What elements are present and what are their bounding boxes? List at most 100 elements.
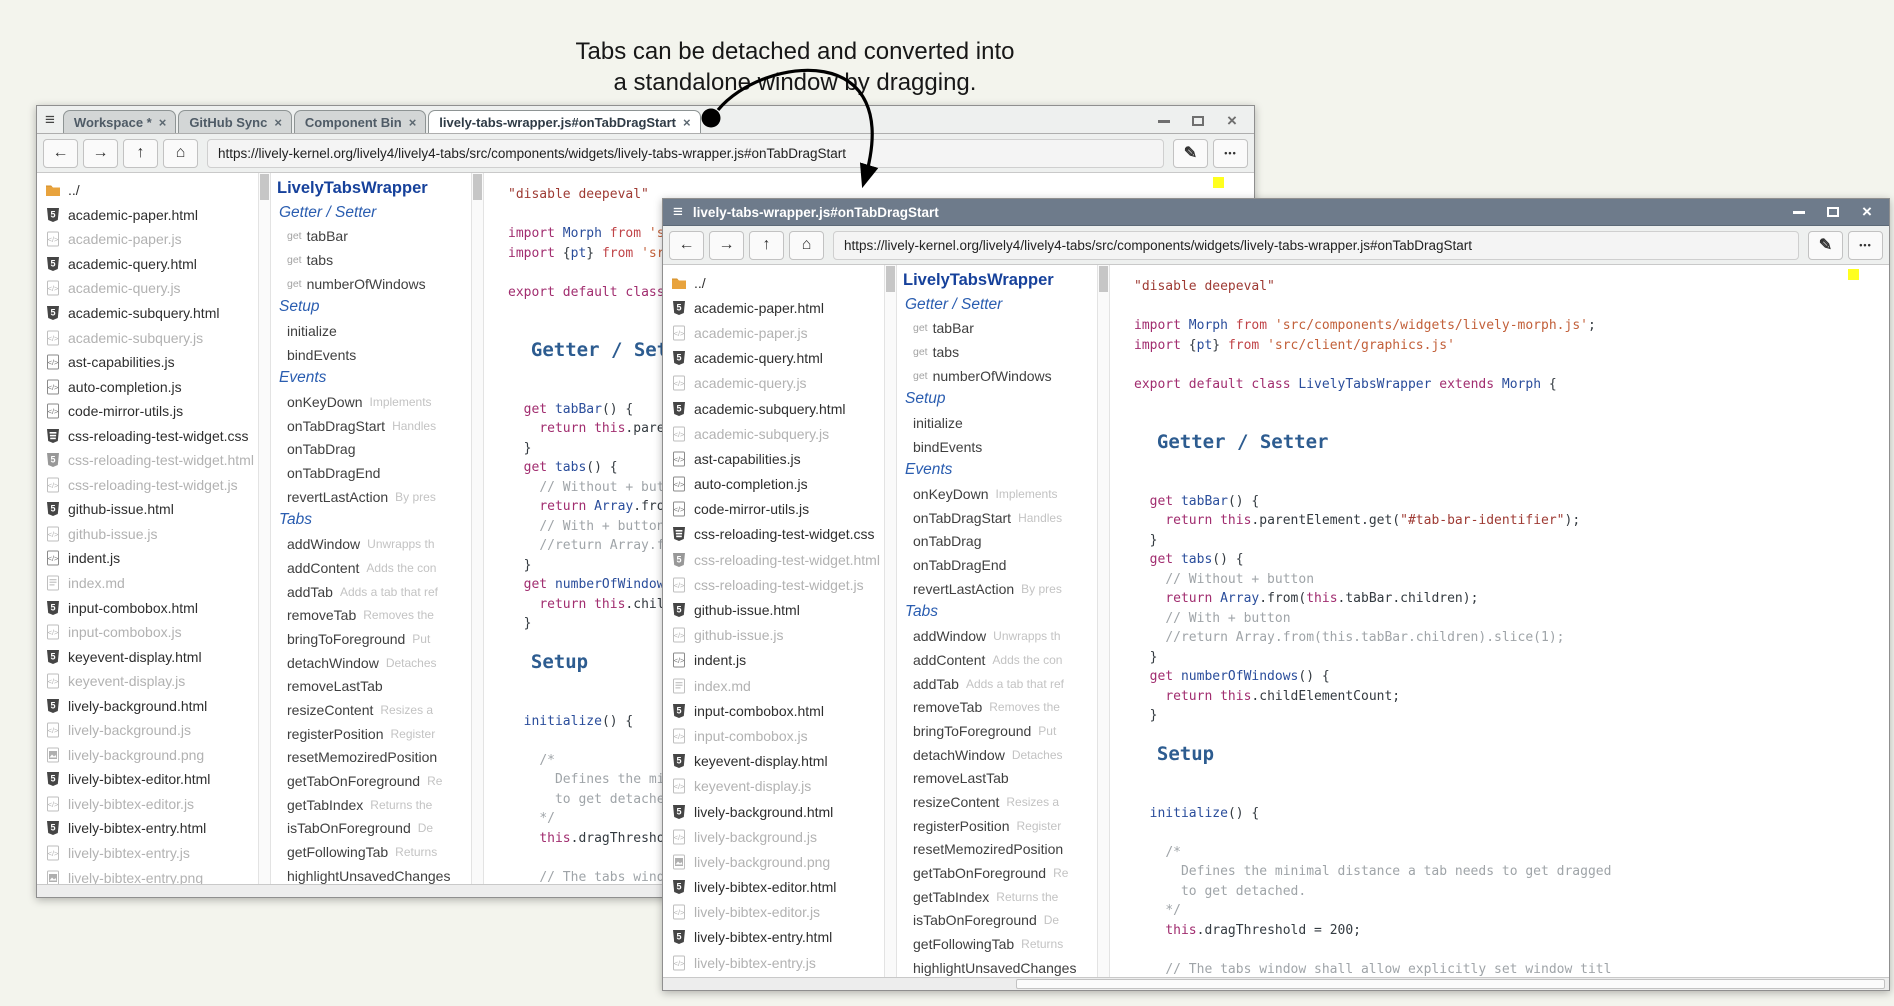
file-item[interactable]: academic-query.js (671, 371, 884, 396)
file-item[interactable]: input-combobox.js (671, 723, 884, 748)
home-button[interactable]: ⌂ (789, 231, 824, 260)
outline-method[interactable]: onTabDragEnd (903, 553, 1097, 577)
outline-method[interactable]: getTabOnForegroundRe (903, 861, 1097, 885)
outline-method[interactable]: addTabAdds a tab that ref (903, 672, 1097, 696)
file-item[interactable]: input-combobox.js (45, 620, 258, 645)
back-button[interactable]: ← (43, 139, 78, 168)
outline-method[interactable]: onKeyDownImplements (903, 482, 1097, 506)
file-item[interactable]: github-issue.html (671, 597, 884, 622)
file-item[interactable]: css-reloading-test-widget.html (671, 547, 884, 572)
file-item[interactable]: lively-bibtex-entry.js (671, 950, 884, 975)
file-item[interactable]: academic-subquery.html (45, 301, 258, 326)
outline-method[interactable]: detachWindowDetaches (903, 743, 1097, 767)
tab-close-icon[interactable]: × (274, 115, 282, 130)
file-item[interactable]: lively-background.png (671, 849, 884, 874)
file-item[interactable]: indent.js (671, 648, 884, 673)
file-item[interactable]: lively-bibtex-entry.html (45, 816, 258, 841)
maximize-button[interactable] (1825, 205, 1841, 219)
file-item[interactable]: input-combobox.html (671, 698, 884, 723)
outline-method[interactable]: bringToForegroundPut (277, 627, 471, 651)
outline-method[interactable]: removeLastTab (277, 674, 471, 698)
outline-scrollbar[interactable] (471, 173, 484, 884)
outline-method[interactable]: onTabDrag (903, 530, 1097, 554)
outline-method[interactable]: addWindowUnwrapps th (903, 624, 1097, 648)
outline-method[interactable]: addTabAdds a tab that ref (277, 580, 471, 604)
file-item[interactable]: lively-background.js (45, 718, 258, 743)
outline-method[interactable]: getTabOnForegroundRe (277, 769, 471, 793)
outline-method[interactable]: removeTabRemoves the (277, 603, 471, 627)
code-editor[interactable]: "disable deepeval" import Morph from 'sr… (1110, 265, 1889, 977)
more-options-icon[interactable]: ••• (1213, 139, 1248, 168)
file-item[interactable]: auto-completion.js (671, 472, 884, 497)
outline-method[interactable]: resizeContentResizes a (277, 698, 471, 722)
outline-method[interactable]: removeTabRemoves the (903, 695, 1097, 719)
outline-method[interactable]: isTabOnForegroundDe (903, 909, 1097, 933)
file-item[interactable]: css-reloading-test-widget.html (45, 448, 258, 473)
outline-method[interactable]: registerPositionRegister (277, 722, 471, 746)
file-item[interactable]: lively-background.html (45, 693, 258, 718)
file-item[interactable]: lively-background.html (671, 799, 884, 824)
file-item[interactable]: ../ (671, 270, 884, 295)
outline-method[interactable]: resetMemoziredPosition (277, 746, 471, 770)
file-item[interactable]: academic-subquery.html (671, 396, 884, 421)
outline-method[interactable]: resizeContentResizes a (903, 790, 1097, 814)
file-item[interactable]: github-issue.js (45, 522, 258, 547)
horizontal-scrollbar[interactable] (663, 977, 1889, 990)
outline-method[interactable]: addContentAdds the con (277, 556, 471, 580)
file-item[interactable]: keyevent-display.js (671, 774, 884, 799)
outline-method[interactable]: gettabBar (903, 316, 1097, 340)
file-item[interactable]: academic-paper.html (45, 203, 258, 228)
menu-icon[interactable]: ≡ (45, 110, 55, 130)
outline-method[interactable]: revertLastActionBy pres (277, 485, 471, 509)
outline-method[interactable]: getFollowingTabReturns (903, 932, 1097, 956)
outline-method[interactable]: getTabIndexReturns the (277, 793, 471, 817)
outline-method[interactable]: getnumberOfWindows (277, 272, 471, 296)
outline-method[interactable]: highlightUnsavedChanges (277, 864, 471, 884)
minimize-button[interactable] (1156, 114, 1172, 128)
outline-method[interactable]: initialize (277, 319, 471, 343)
tab-close-icon[interactable]: × (409, 115, 417, 130)
file-item[interactable]: academic-paper.js (671, 320, 884, 345)
minimize-button[interactable] (1791, 205, 1807, 219)
outline-method[interactable]: onKeyDownImplements (277, 390, 471, 414)
outline-method[interactable]: highlightUnsavedChanges (903, 956, 1097, 977)
more-options-icon[interactable]: ••• (1848, 231, 1883, 260)
file-list-scrollbar[interactable] (258, 173, 271, 884)
file-item[interactable]: keyevent-display.js (45, 669, 258, 694)
tab-close-icon[interactable]: × (683, 115, 691, 130)
file-item[interactable]: indent.js (45, 546, 258, 571)
close-button[interactable]: × (1859, 205, 1875, 219)
outline-method[interactable]: onTabDrag (277, 438, 471, 462)
file-item[interactable]: input-combobox.html (45, 595, 258, 620)
file-item[interactable]: css-reloading-test-widget.css (45, 423, 258, 448)
file-item[interactable]: lively-bibtex-entry.html (671, 925, 884, 950)
file-item[interactable]: keyevent-display.html (671, 749, 884, 774)
outline-method[interactable]: getnumberOfWindows (903, 364, 1097, 388)
back-button[interactable]: ← (669, 231, 704, 260)
outline-method[interactable]: resetMemoziredPosition (903, 838, 1097, 862)
outline-method[interactable]: addContentAdds the con (903, 648, 1097, 672)
file-item[interactable]: ast-capabilities.js (671, 446, 884, 471)
file-item[interactable]: ../ (45, 178, 258, 203)
outline-method[interactable]: onTabDragStartHandles (903, 506, 1097, 530)
file-item[interactable]: code-mirror-utils.js (671, 497, 884, 522)
outline-method[interactable]: initialize (903, 411, 1097, 435)
file-item[interactable]: index.md (671, 673, 884, 698)
file-item[interactable]: css-reloading-test-widget.js (671, 572, 884, 597)
outline-method[interactable]: bringToForegroundPut (903, 719, 1097, 743)
file-item[interactable]: academic-subquery.js (45, 325, 258, 350)
file-item[interactable]: css-reloading-test-widget.js (45, 473, 258, 498)
file-item[interactable]: auto-completion.js (45, 374, 258, 399)
file-item[interactable]: ast-capabilities.js (45, 350, 258, 375)
maximize-button[interactable] (1190, 114, 1206, 128)
outline-method[interactable]: isTabOnForegroundDe (277, 817, 471, 841)
file-item[interactable]: academic-paper.js (45, 227, 258, 252)
file-item[interactable]: academic-paper.html (671, 295, 884, 320)
file-item[interactable]: academic-query.html (45, 252, 258, 277)
file-item[interactable]: lively-background.js (671, 824, 884, 849)
outline-method[interactable]: bindEvents (903, 435, 1097, 459)
outline-method[interactable]: bindEvents (277, 343, 471, 367)
forward-button[interactable]: → (709, 231, 744, 260)
url-field[interactable]: https://lively-kernel.org/lively4/lively… (833, 231, 1799, 260)
file-item[interactable]: lively-bibtex-editor.js (45, 792, 258, 817)
